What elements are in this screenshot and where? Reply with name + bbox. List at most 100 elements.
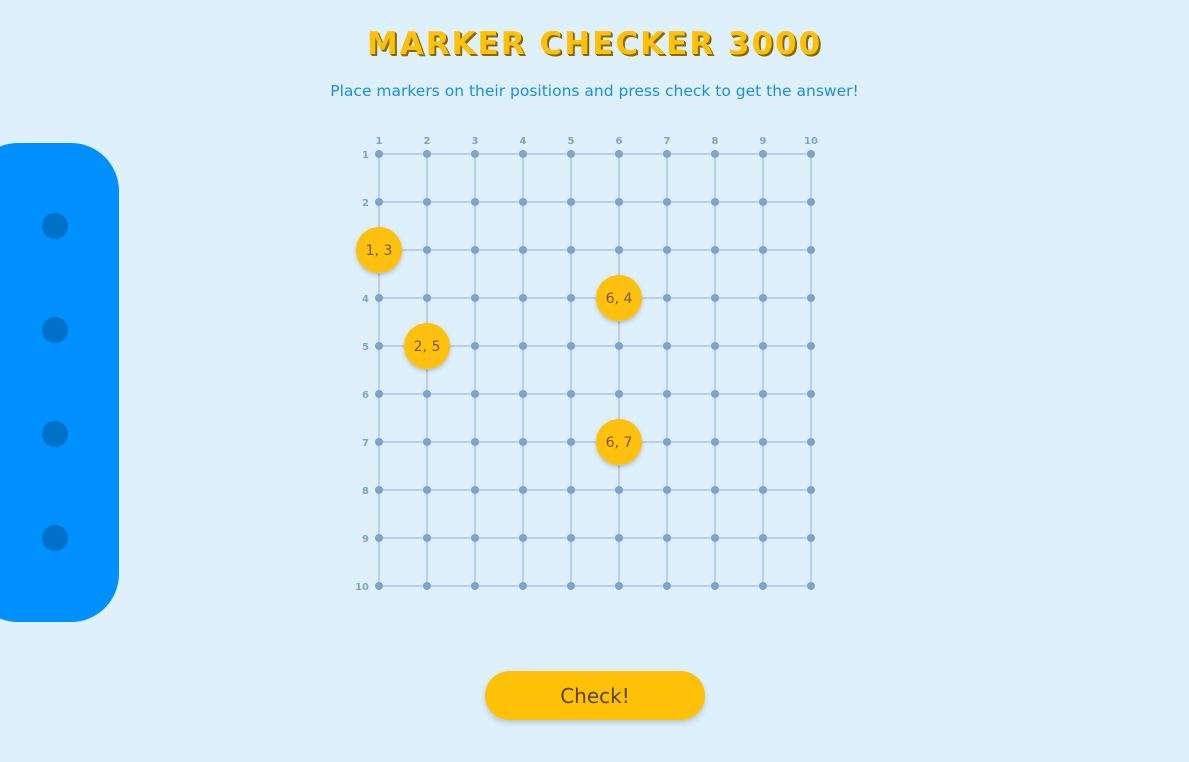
grid-point[interactable]	[759, 246, 767, 254]
grid-point[interactable]	[711, 534, 719, 542]
grid-point[interactable]	[615, 150, 623, 158]
grid-point[interactable]	[471, 486, 479, 494]
grid-point[interactable]	[759, 534, 767, 542]
grid-point[interactable]	[375, 534, 383, 542]
grid-point[interactable]	[519, 150, 527, 158]
grid-point[interactable]	[663, 198, 671, 206]
grid-point[interactable]	[471, 582, 479, 590]
grid-point[interactable]	[519, 342, 527, 350]
grid-point[interactable]	[375, 342, 383, 350]
grid-point[interactable]	[567, 486, 575, 494]
grid-point[interactable]	[471, 150, 479, 158]
marker[interactable]: 6, 7	[596, 419, 642, 465]
grid-point[interactable]	[567, 582, 575, 590]
grid-point[interactable]	[471, 294, 479, 302]
grid-point[interactable]	[807, 438, 815, 446]
grid-point[interactable]	[519, 246, 527, 254]
grid-point[interactable]	[807, 486, 815, 494]
grid-point[interactable]	[471, 390, 479, 398]
grid-point[interactable]	[567, 438, 575, 446]
grid-point[interactable]	[375, 150, 383, 158]
grid-point[interactable]	[567, 246, 575, 254]
grid-point[interactable]	[471, 534, 479, 542]
grid-point[interactable]	[423, 246, 431, 254]
grid-point[interactable]	[807, 342, 815, 350]
grid-point[interactable]	[471, 438, 479, 446]
grid-point[interactable]	[759, 342, 767, 350]
grid-point[interactable]	[711, 342, 719, 350]
grid-point[interactable]	[375, 438, 383, 446]
grid-point[interactable]	[711, 150, 719, 158]
grid-point[interactable]	[711, 486, 719, 494]
grid-point[interactable]	[375, 486, 383, 494]
grid-point[interactable]	[759, 150, 767, 158]
grid-point[interactable]	[711, 438, 719, 446]
grid-point[interactable]	[519, 534, 527, 542]
grid-point[interactable]	[471, 198, 479, 206]
grid-point[interactable]	[663, 150, 671, 158]
grid-point[interactable]	[423, 534, 431, 542]
marker[interactable]: 2, 5	[404, 323, 450, 369]
grid-point[interactable]	[567, 342, 575, 350]
grid-point[interactable]	[663, 582, 671, 590]
grid-point[interactable]	[807, 198, 815, 206]
grid-point[interactable]	[423, 582, 431, 590]
grid-point[interactable]	[711, 198, 719, 206]
grid-point[interactable]	[423, 150, 431, 158]
grid-point[interactable]	[807, 534, 815, 542]
grid-point[interactable]	[375, 198, 383, 206]
grid-point[interactable]	[663, 438, 671, 446]
grid-point[interactable]	[375, 582, 383, 590]
grid-point[interactable]	[471, 246, 479, 254]
grid-point[interactable]	[663, 246, 671, 254]
grid-point[interactable]	[519, 198, 527, 206]
grid-point[interactable]	[423, 486, 431, 494]
grid-point[interactable]	[423, 438, 431, 446]
grid-point[interactable]	[759, 198, 767, 206]
grid-point[interactable]	[711, 582, 719, 590]
grid-point[interactable]	[663, 534, 671, 542]
grid-point[interactable]	[519, 582, 527, 590]
grid-point[interactable]	[615, 582, 623, 590]
grid-point[interactable]	[375, 294, 383, 302]
grid-point[interactable]	[519, 390, 527, 398]
grid-point[interactable]	[375, 390, 383, 398]
grid-point[interactable]	[615, 246, 623, 254]
grid-point[interactable]	[759, 582, 767, 590]
grid-point[interactable]	[615, 534, 623, 542]
grid-point[interactable]	[567, 534, 575, 542]
grid-point[interactable]	[711, 246, 719, 254]
grid-point[interactable]	[663, 486, 671, 494]
grid-point[interactable]	[711, 390, 719, 398]
grid-point[interactable]	[567, 150, 575, 158]
grid-point[interactable]	[519, 486, 527, 494]
grid-point[interactable]	[807, 246, 815, 254]
grid-point[interactable]	[711, 294, 719, 302]
grid-point[interactable]	[663, 294, 671, 302]
grid-point[interactable]	[807, 390, 815, 398]
grid-point[interactable]	[471, 342, 479, 350]
grid-point[interactable]	[663, 342, 671, 350]
grid-point[interactable]	[759, 438, 767, 446]
marker[interactable]: 6, 4	[596, 275, 642, 321]
grid-point[interactable]	[759, 390, 767, 398]
grid-point[interactable]	[615, 390, 623, 398]
check-button[interactable]: Check!	[485, 671, 705, 720]
marker[interactable]: 1, 3	[356, 227, 402, 273]
grid-point[interactable]	[759, 294, 767, 302]
grid-point[interactable]	[567, 198, 575, 206]
grid-point[interactable]	[567, 294, 575, 302]
grid-point[interactable]	[423, 198, 431, 206]
grid-point[interactable]	[807, 150, 815, 158]
grid-point[interactable]	[615, 486, 623, 494]
grid-point[interactable]	[423, 390, 431, 398]
grid-point[interactable]	[807, 582, 815, 590]
grid-point[interactable]	[519, 438, 527, 446]
grid-point[interactable]	[807, 294, 815, 302]
grid-point[interactable]	[615, 198, 623, 206]
grid-point[interactable]	[423, 294, 431, 302]
grid-point[interactable]	[615, 342, 623, 350]
grid-point[interactable]	[663, 390, 671, 398]
grid-point[interactable]	[567, 390, 575, 398]
grid-point[interactable]	[519, 294, 527, 302]
